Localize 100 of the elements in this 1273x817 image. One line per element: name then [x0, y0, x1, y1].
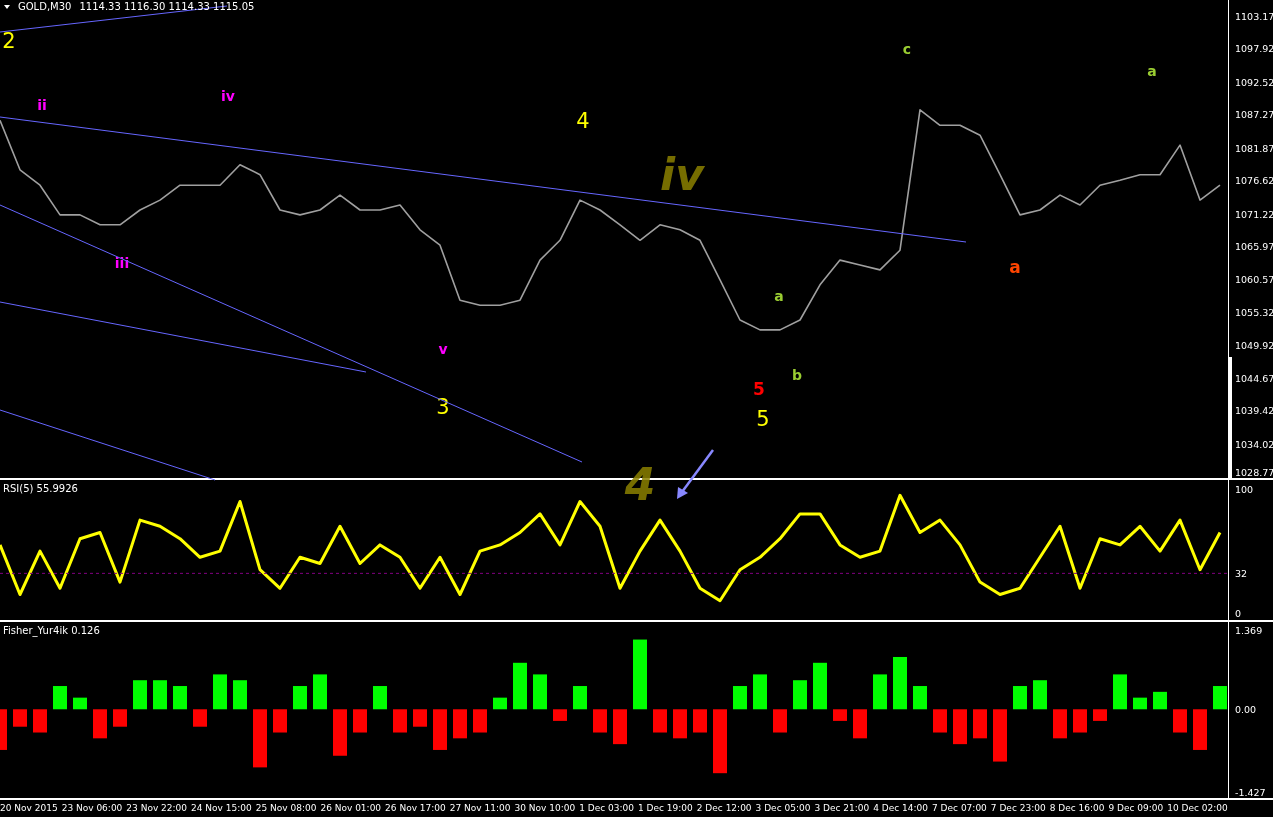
histogram-bar — [593, 709, 607, 733]
axis-tick-label: 1103.17 — [1235, 10, 1273, 22]
histogram-bar — [873, 674, 887, 710]
histogram-bar — [933, 709, 947, 733]
histogram-bar — [0, 709, 7, 750]
histogram-bar — [733, 686, 747, 710]
arrow-drawing[interactable] — [677, 449, 714, 499]
histogram-bar — [753, 674, 767, 710]
time-axis-label: 30 Nov 10:00 — [514, 802, 576, 815]
histogram-bar — [1213, 686, 1227, 710]
histogram-bar — [13, 709, 27, 727]
axis-tick-label: 1039.42 — [1235, 404, 1273, 416]
histogram-bar — [453, 709, 467, 739]
histogram-bar — [813, 662, 827, 710]
time-axis-label: 23 Nov 22:00 — [126, 802, 188, 815]
histogram-bar — [553, 709, 567, 721]
histogram-bar — [1013, 686, 1027, 710]
indicator-title: RSI(5) 55.9926 — [3, 483, 78, 495]
histogram-bar — [993, 709, 1007, 762]
histogram-bar — [633, 639, 647, 710]
histogram-bar — [653, 709, 667, 733]
histogram-bar — [1033, 680, 1047, 710]
time-axis-label: 20 Nov 2015 — [0, 802, 58, 815]
histogram-bar — [953, 709, 967, 745]
histogram-bar — [1113, 674, 1127, 710]
time-axis-label: 10 Dec 02:00 — [1167, 802, 1228, 815]
time-axis-label: 1 Dec 03:00 — [579, 802, 634, 815]
wave-label: b — [792, 367, 802, 383]
wave-label: 4 — [576, 109, 590, 133]
time-axis-label: 24 Nov 15:00 — [191, 802, 252, 815]
symbol-label: GOLD,M30 — [18, 1, 72, 13]
axis-tick-label: 1044.67 — [1235, 372, 1273, 384]
time-axis-label: 26 Nov 17:00 — [385, 802, 446, 815]
histogram-bar — [913, 686, 927, 710]
wave-label: c — [902, 41, 912, 57]
histogram-bar — [373, 686, 387, 710]
histogram-bar — [1073, 709, 1087, 733]
histogram-bar — [693, 709, 707, 733]
dropdown-caret-icon[interactable] — [4, 5, 10, 9]
histogram-bar — [673, 709, 687, 739]
axis-tick-label: 1049.92 — [1235, 339, 1273, 351]
axis-tick-label: 1097.92 — [1235, 42, 1273, 54]
histogram-bar — [1173, 709, 1187, 733]
wave-label: 3 — [436, 395, 450, 419]
histogram-bar — [393, 709, 407, 733]
handwritten-label: iv — [660, 149, 704, 200]
histogram-bar — [513, 662, 527, 710]
histogram-bar — [793, 680, 807, 710]
histogram-bar — [1153, 691, 1167, 710]
axis-tick-label: -1.427 — [1235, 786, 1266, 798]
histogram-bar — [53, 686, 67, 710]
wave-label: iv — [221, 88, 235, 104]
histogram-bar — [93, 709, 107, 739]
wave-label: a — [1147, 63, 1157, 79]
time-axis-label: 25 Nov 08:00 — [255, 802, 317, 815]
histogram-bar — [173, 686, 187, 710]
histogram-bar — [1093, 709, 1107, 721]
wave-label: 5 — [756, 407, 770, 431]
time-axis-label: 9 Dec 09:00 — [1108, 802, 1164, 815]
histogram-bar — [773, 709, 787, 733]
histogram-bar — [313, 674, 327, 710]
axis-tick-label: 1065.97 — [1235, 240, 1273, 252]
axis-tick-label: 1092.52 — [1235, 76, 1273, 88]
wave-label: a — [774, 288, 784, 304]
wave-label: 2 — [2, 29, 16, 53]
axis-tick-label: 32 — [1235, 567, 1248, 579]
histogram-bar — [293, 686, 307, 710]
time-axis-label: 3 Dec 21:00 — [814, 802, 870, 815]
histogram-bar — [493, 697, 507, 710]
time-axis-label: 3 Dec 05:00 — [755, 802, 811, 815]
quote-values: 1114.33 1116.30 1114.33 1115.05 — [79, 1, 255, 13]
time-axis-label: 8 Dec 16:00 — [1049, 802, 1105, 815]
histogram-bar — [613, 709, 627, 745]
histogram-bar — [853, 709, 867, 739]
histogram-bar — [1193, 709, 1207, 750]
time-axis-label: 2 Dec 12:00 — [696, 802, 752, 815]
time-axis-label: 23 Nov 06:00 — [61, 802, 123, 815]
time-axis-label: 27 Nov 11:00 — [449, 802, 511, 815]
histogram-bar — [233, 680, 247, 710]
histogram-bar — [33, 709, 47, 733]
histogram-bar — [253, 709, 267, 768]
histogram-bar — [433, 709, 447, 750]
histogram-bar — [1133, 697, 1147, 710]
histogram-bar — [473, 709, 487, 733]
histogram-bar — [113, 709, 127, 727]
axis-tick-label: 100 — [1235, 483, 1254, 495]
axis-tick-label: 1034.02 — [1235, 438, 1273, 450]
time-axis-label: 7 Dec 23:00 — [990, 802, 1046, 815]
histogram-bar — [1053, 709, 1067, 739]
histogram-bar — [213, 674, 227, 710]
axis-tick-label: 1.369 — [1235, 624, 1263, 636]
axis-tick-label: 1076.62 — [1235, 174, 1273, 186]
wave-label: a — [1009, 257, 1021, 277]
axis-tick-label: 1071.22 — [1235, 208, 1273, 220]
histogram-bar — [193, 709, 207, 727]
time-axis-label: 1 Dec 19:00 — [637, 802, 693, 815]
histogram-bar — [273, 709, 287, 733]
histogram-bar — [413, 709, 427, 727]
wave-label: v — [438, 341, 448, 357]
histogram-bar — [353, 709, 367, 733]
